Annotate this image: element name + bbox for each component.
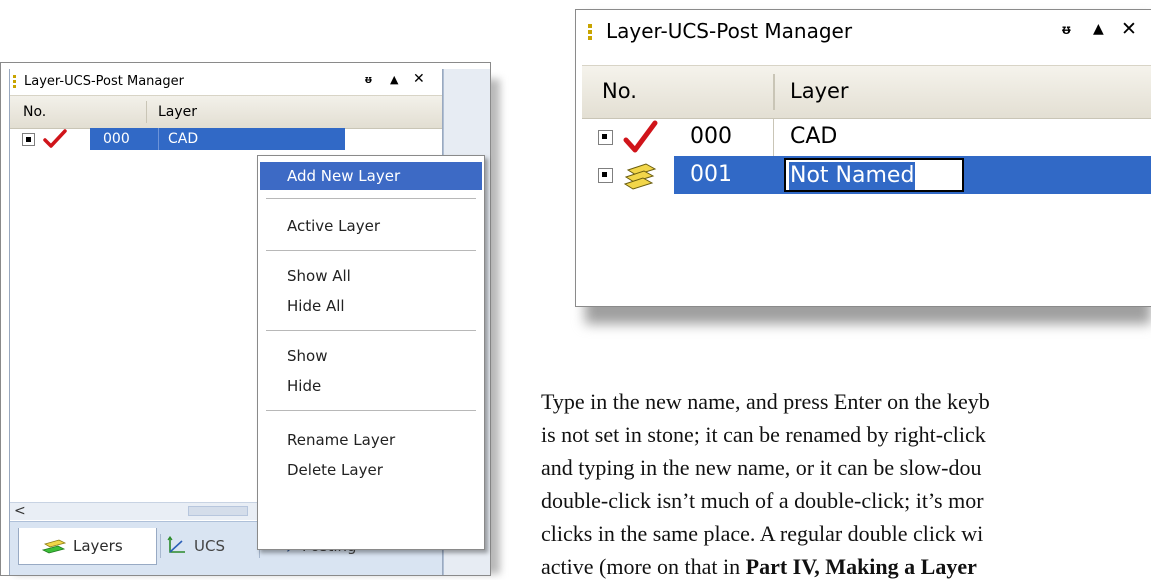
check-icon [623,120,658,153]
tab-label: Layers [73,537,123,555]
column-divider[interactable] [146,101,147,123]
grip-icon[interactable] [13,75,16,78]
menu-item-add-new-layer[interactable]: Add New Layer [260,162,482,190]
tab-divider [160,534,161,558]
body-text-line: Type in the new name, and press Enter on… [541,389,990,414]
tab-ucs[interactable]: UCS [166,528,250,564]
close-icon[interactable]: ✕ [413,71,425,87]
body-text-line: is not set in stone; it can be renamed b… [541,422,986,447]
column-header-no[interactable]: No. [602,79,637,103]
menu-item-show[interactable]: Show [260,342,482,370]
menu-item-label: Active Layer [287,217,380,235]
layer-number: 000 [690,124,732,149]
menu-item-label: Show All [287,267,351,285]
menu-item-label: Hide [287,377,322,395]
scrollbar-thumb[interactable] [188,506,248,516]
tab-label: UCS [194,537,225,555]
menu-item-label: Add New Layer [287,167,401,185]
layer-name: CAD [790,124,838,149]
visibility-checkbox[interactable] [598,168,613,183]
menu-item-hide-all[interactable]: Hide All [260,292,482,320]
column-divider[interactable] [773,74,775,110]
menu-separator [266,330,476,331]
menu-item-label: Delete Layer [287,461,383,479]
ucs-axes-icon [167,536,185,553]
body-text-line-last: active (more on that in Part IV, Making … [541,554,977,580]
menu-item-hide[interactable]: Hide [260,372,482,400]
column-header-layer[interactable]: Layer [158,104,197,120]
column-divider [773,118,774,156]
column-divider [158,128,159,150]
cross-reference: Part IV, Making a Layer [745,554,977,579]
body-text-line: double-click isn’t much of a double-clic… [541,488,984,513]
layer-number: 000 [103,131,130,147]
scroll-left-arrow-icon[interactable]: < [14,503,26,519]
column-header-row: No. Layer [582,65,1151,119]
layers-icon [623,163,657,190]
grip-icon[interactable] [588,24,592,28]
layer-row[interactable]: 000 CAD [10,128,442,152]
layers-icon [41,539,67,554]
collapse-icon[interactable]: ▲ [1093,21,1104,37]
pin-icon[interactable]: ᵿ [365,73,372,86]
active-check-icon [43,129,67,148]
close-icon[interactable]: ✕ [1121,18,1137,40]
menu-item-label: Hide All [287,297,345,315]
collapse-icon[interactable]: ▲ [390,73,398,86]
right-layer-manager-window: Layer-UCS-Post Manager ᵿ ▲ ✕ No. Layer 0… [575,9,1151,307]
context-menu: Add New Layer Active Layer Show All Hide… [257,155,485,550]
menu-item-show-all[interactable]: Show All [260,262,482,290]
layer-name-edit-field[interactable]: Not Named [784,158,964,192]
layer-name-edit-text[interactable]: Not Named [789,162,916,190]
menu-item-label: Rename Layer [287,431,396,449]
column-header-row: No. Layer [10,95,442,129]
body-text-fragment: active (more on that in [541,554,746,579]
menu-item-delete-layer[interactable]: Delete Layer [260,456,482,484]
tab-layers[interactable]: Layers [18,528,157,565]
menu-item-rename-layer[interactable]: Rename Layer [260,426,482,454]
panel-title: Layer-UCS-Post Manager [24,74,184,89]
body-text-line: clicks in the same place. A regular doub… [541,521,984,546]
layer-row[interactable]: 000 CAD [582,118,1151,156]
panel-title: Layer-UCS-Post Manager [606,19,853,43]
menu-item-active-layer[interactable]: Active Layer [260,212,482,240]
body-text-line: and typing in the new name, or it can be… [541,455,982,480]
visibility-checkbox[interactable] [22,133,35,146]
menu-separator [266,250,476,251]
layer-name: CAD [168,131,199,147]
column-header-layer[interactable]: Layer [790,79,849,103]
column-header-no[interactable]: No. [23,104,46,120]
pin-icon[interactable]: ᵿ [1062,21,1071,38]
left-title-bar[interactable]: Layer-UCS-Post Manager ᵿ ▲ ✕ [10,69,442,95]
menu-item-label: Show [287,347,328,365]
layer-row-selected[interactable]: 001 Not Named [582,156,1151,194]
layer-number: 001 [690,162,732,187]
menu-separator [266,410,476,411]
menu-separator [266,198,476,199]
visibility-checkbox[interactable] [598,130,613,145]
